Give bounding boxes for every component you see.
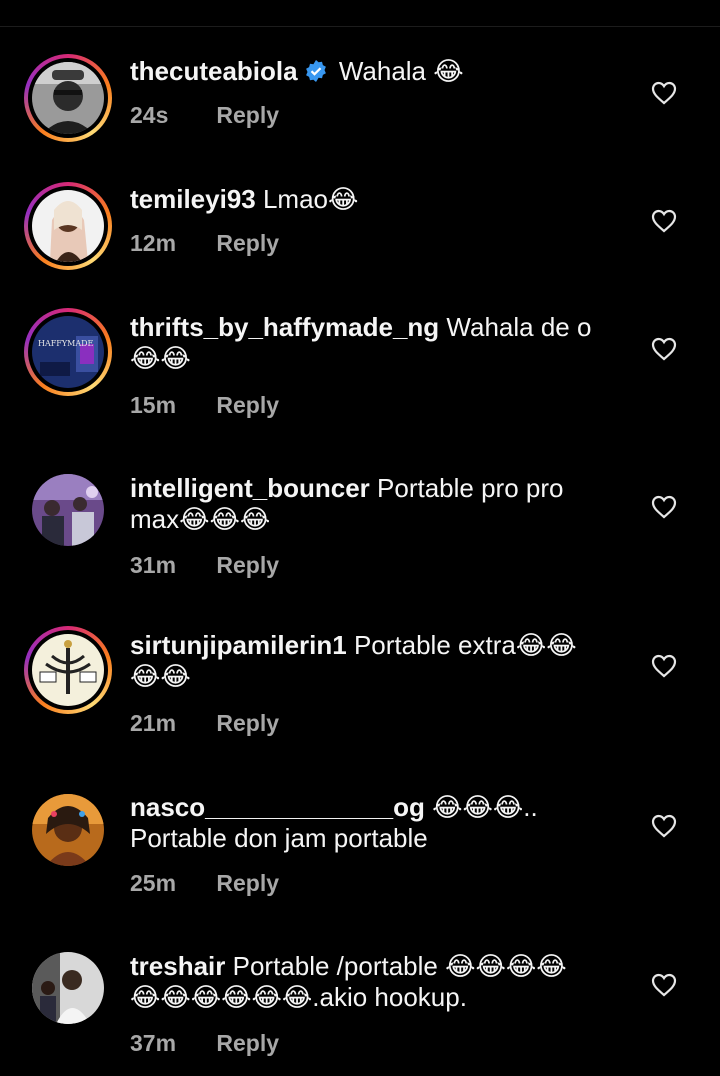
comment-body: temileyi93 Lmao😂 (130, 184, 630, 215)
heart-outline-icon[interactable] (651, 337, 677, 361)
comment-text-line-2: 😂😂 (130, 661, 191, 691)
reply-button[interactable]: Reply (216, 552, 279, 578)
reply-button[interactable]: Reply (216, 870, 279, 896)
comment-meta: 25m Reply (130, 870, 279, 897)
username[interactable]: nasco_____________og (130, 792, 425, 822)
reply-button[interactable]: Reply (216, 1030, 279, 1056)
comment-text-line-2: 😂😂 (130, 343, 191, 373)
verified-badge-icon (304, 59, 328, 90)
comment-meta: 37m Reply (130, 1030, 279, 1057)
username[interactable]: thrifts_by_haffymade_ng (130, 312, 439, 342)
top-divider (0, 26, 720, 27)
avatar-brand-text: HAFFYMADE (38, 339, 94, 348)
timestamp: 21m (130, 710, 177, 736)
username[interactable]: thecuteabiola (130, 56, 298, 86)
reply-button[interactable]: Reply (216, 710, 279, 736)
heart-outline-icon[interactable] (651, 973, 677, 997)
timestamp: 12m (130, 230, 177, 256)
reply-button[interactable]: Reply (216, 392, 279, 418)
comment-meta: 31m Reply (130, 552, 279, 579)
comment-body: thecuteabiola Wahala 😂 (130, 56, 630, 90)
comment-body: treshair Portable /portable 😂😂😂😂 😂😂😂😂😂😂.a… (130, 951, 630, 1013)
heart-outline-icon[interactable] (651, 654, 677, 678)
comment-meta: 15m Reply (130, 392, 279, 419)
username[interactable]: sirtunjipamilerin1 (130, 630, 347, 660)
avatar[interactable] (32, 794, 104, 866)
comment-text: Portable /portable 😂😂😂😂 (225, 951, 567, 981)
comment-body: intelligent_bouncer Portable pro pro max😂… (130, 473, 630, 535)
comment-body: sirtunjipamilerin1 Portable extra😂😂 😂😂 (130, 630, 630, 692)
comment-text: Wahala 😂 (331, 56, 464, 86)
comment-text-line-2: Portable don jam portable (130, 823, 428, 853)
reply-button[interactable]: Reply (216, 230, 279, 256)
comment-text-line-2: max😂😂😂 (130, 504, 271, 534)
avatar[interactable] (32, 634, 104, 706)
comment-text: Wahala de o (439, 312, 592, 342)
comment-text: Lmao😂 (255, 184, 359, 214)
heart-outline-icon[interactable] (651, 209, 677, 233)
username[interactable]: treshair (130, 951, 225, 981)
comment-text: 😂😂😂.. (424, 792, 538, 822)
timestamp: 24s (130, 102, 169, 128)
username[interactable]: intelligent_bouncer (130, 473, 370, 503)
username[interactable]: temileyi93 (130, 184, 256, 214)
comment-meta: 24s Reply (130, 102, 279, 129)
avatar[interactable] (32, 474, 104, 546)
heart-outline-icon[interactable] (651, 495, 677, 519)
avatar[interactable] (32, 62, 104, 134)
comment-text-line-2: 😂😂😂😂😂😂.akio hookup. (130, 982, 467, 1012)
timestamp: 37m (130, 1030, 177, 1056)
timestamp: 25m (130, 870, 177, 896)
timestamp: 15m (130, 392, 177, 418)
avatar[interactable] (32, 190, 104, 262)
timestamp: 31m (130, 552, 177, 578)
heart-outline-icon[interactable] (651, 81, 677, 105)
comment-meta: 21m Reply (130, 710, 279, 737)
comment-body: nasco_____________og 😂😂😂.. Portable don j… (130, 792, 630, 854)
avatar[interactable] (32, 952, 104, 1024)
reply-button[interactable]: Reply (216, 102, 279, 128)
comment-text: Portable extra😂😂 (346, 630, 577, 660)
avatar[interactable]: HAFFYMADE (32, 316, 104, 388)
heart-outline-icon[interactable] (651, 814, 677, 838)
comment-body: thrifts_by_haffymade_ng Wahala de o 😂😂 (130, 312, 630, 374)
comment-text: Portable pro pro (369, 473, 564, 503)
comment-meta: 12m Reply (130, 230, 279, 257)
